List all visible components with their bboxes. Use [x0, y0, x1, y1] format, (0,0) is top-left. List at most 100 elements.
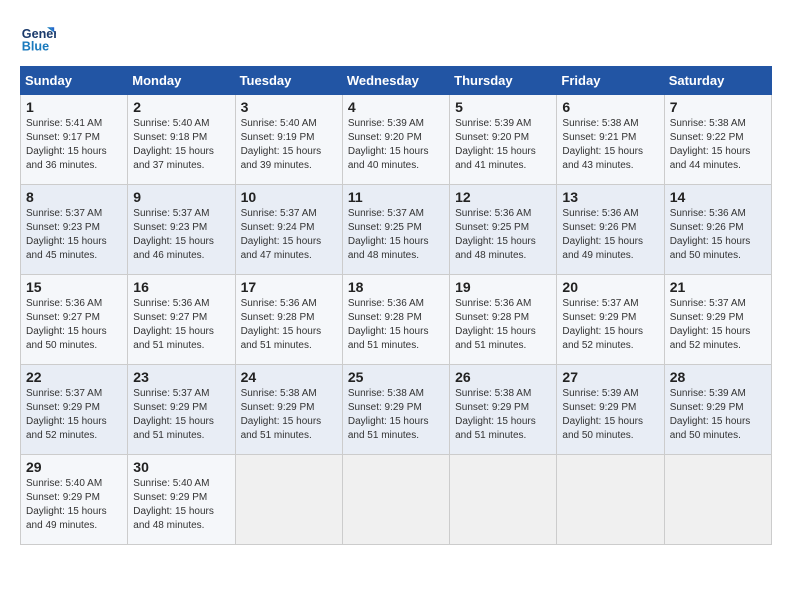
weekday-header-saturday: Saturday — [664, 67, 771, 95]
day-number: 8 — [26, 189, 122, 205]
calendar-cell: 4 Sunrise: 5:39 AM Sunset: 9:20 PM Daylig… — [342, 95, 449, 185]
day-number: 1 — [26, 99, 122, 115]
day-number: 29 — [26, 459, 122, 475]
day-info: Sunrise: 5:38 AM Sunset: 9:29 PM Dayligh… — [241, 387, 337, 443]
calendar-cell: 6Sunrise: 5:38 AM Sunset: 9:21 PM Daylig… — [557, 95, 664, 185]
calendar-cell: 26Sunrise: 5:38 AM Sunset: 9:29 PM Dayli… — [450, 365, 557, 455]
weekday-header-friday: Friday — [557, 67, 664, 95]
day-number: 11 — [348, 189, 444, 205]
day-number: 2 — [133, 99, 229, 115]
week-row-2: 8 Sunrise: 5:37 AM Sunset: 9:23 PM Daylig… — [21, 185, 772, 275]
day-info: Sunrise: 5:38 AM Sunset: 9:21 PM Dayligh… — [562, 117, 658, 173]
day-info: Sunrise: 5:37 AM Sunset: 9:23 PM Dayligh… — [133, 207, 229, 263]
calendar-cell: 5 Sunrise: 5:39 AM Sunset: 9:20 PM Daylig… — [450, 95, 557, 185]
calendar-cell: 20 Sunrise: 5:37 AM Sunset: 9:29 PM Dayli… — [557, 275, 664, 365]
day-number: 12 — [455, 189, 551, 205]
svg-text:Blue: Blue — [22, 40, 49, 54]
calendar-cell: 7Sunrise: 5:38 AM Sunset: 9:22 PM Daylig… — [664, 95, 771, 185]
day-number: 23 — [133, 369, 229, 385]
day-info: Sunrise: 5:40 AM Sunset: 9:19 PM Dayligh… — [241, 117, 337, 173]
day-info: Sunrise: 5:39 AM Sunset: 9:20 PM Dayligh… — [348, 117, 444, 173]
day-info: Sunrise: 5:37 AM Sunset: 9:25 PM Dayligh… — [348, 207, 444, 263]
day-info: Sunrise: 5:40 AM Sunset: 9:29 PM Dayligh… — [133, 477, 229, 533]
day-info: Sunrise: 5:36 AM Sunset: 9:28 PM Dayligh… — [348, 297, 444, 353]
logo-icon: General Blue — [20, 20, 56, 56]
day-info: Sunrise: 5:37 AM Sunset: 9:29 PM Dayligh… — [562, 297, 658, 353]
calendar-cell: 21Sunrise: 5:37 AM Sunset: 9:29 PM Dayli… — [664, 275, 771, 365]
day-info: Sunrise: 5:39 AM Sunset: 9:20 PM Dayligh… — [455, 117, 551, 173]
day-number: 30 — [133, 459, 229, 475]
calendar-cell: 13 Sunrise: 5:36 AM Sunset: 9:26 PM Dayli… — [557, 185, 664, 275]
day-number: 18 — [348, 279, 444, 295]
calendar-cell: 30 Sunrise: 5:40 AM Sunset: 9:29 PM Dayli… — [128, 455, 235, 545]
day-info: Sunrise: 5:40 AM Sunset: 9:29 PM Dayligh… — [26, 477, 122, 533]
day-info: Sunrise: 5:40 AM Sunset: 9:18 PM Dayligh… — [133, 117, 229, 173]
day-number: 19 — [455, 279, 551, 295]
weekday-header-monday: Monday — [128, 67, 235, 95]
day-info: Sunrise: 5:37 AM Sunset: 9:29 PM Dayligh… — [133, 387, 229, 443]
week-row-5: 29 Sunrise: 5:40 AM Sunset: 9:29 PM Dayli… — [21, 455, 772, 545]
calendar-cell — [450, 455, 557, 545]
day-info: Sunrise: 5:41 AM Sunset: 9:17 PM Dayligh… — [26, 117, 122, 173]
day-number: 17 — [241, 279, 337, 295]
day-number: 14 — [670, 189, 766, 205]
day-info: Sunrise: 5:36 AM Sunset: 9:28 PM Dayligh… — [455, 297, 551, 353]
calendar-cell: 28 Sunrise: 5:39 AM Sunset: 9:29 PM Dayli… — [664, 365, 771, 455]
weekday-header-sunday: Sunday — [21, 67, 128, 95]
weekday-header-wednesday: Wednesday — [342, 67, 449, 95]
day-number: 27 — [562, 369, 658, 385]
calendar-cell — [235, 455, 342, 545]
calendar-cell: 15 Sunrise: 5:36 AM Sunset: 9:27 PM Dayli… — [21, 275, 128, 365]
day-info: Sunrise: 5:36 AM Sunset: 9:26 PM Dayligh… — [562, 207, 658, 263]
day-info: Sunrise: 5:36 AM Sunset: 9:28 PM Dayligh… — [241, 297, 337, 353]
day-number: 10 — [241, 189, 337, 205]
day-info: Sunrise: 5:39 AM Sunset: 9:29 PM Dayligh… — [670, 387, 766, 443]
day-number: 4 — [348, 99, 444, 115]
calendar-cell: 16 Sunrise: 5:36 AM Sunset: 9:27 PM Dayli… — [128, 275, 235, 365]
calendar-cell: 29 Sunrise: 5:40 AM Sunset: 9:29 PM Dayli… — [21, 455, 128, 545]
day-number: 3 — [241, 99, 337, 115]
calendar-cell — [664, 455, 771, 545]
day-info: Sunrise: 5:36 AM Sunset: 9:27 PM Dayligh… — [133, 297, 229, 353]
day-number: 9 — [133, 189, 229, 205]
week-row-4: 22 Sunrise: 5:37 AM Sunset: 9:29 PM Dayli… — [21, 365, 772, 455]
calendar-cell — [557, 455, 664, 545]
day-number: 28 — [670, 369, 766, 385]
day-number: 5 — [455, 99, 551, 115]
day-info: Sunrise: 5:36 AM Sunset: 9:26 PM Dayligh… — [670, 207, 766, 263]
day-info: Sunrise: 5:37 AM Sunset: 9:24 PM Dayligh… — [241, 207, 337, 263]
logo: General Blue — [20, 20, 60, 56]
day-number: 13 — [562, 189, 658, 205]
day-number: 21 — [670, 279, 766, 295]
calendar-cell: 25 Sunrise: 5:38 AM Sunset: 9:29 PM Dayli… — [342, 365, 449, 455]
header: General Blue — [20, 20, 772, 56]
calendar-cell: 17 Sunrise: 5:36 AM Sunset: 9:28 PM Dayli… — [235, 275, 342, 365]
day-number: 15 — [26, 279, 122, 295]
weekday-header-thursday: Thursday — [450, 67, 557, 95]
day-number: 26 — [455, 369, 551, 385]
calendar-cell: 18 Sunrise: 5:36 AM Sunset: 9:28 PM Dayli… — [342, 275, 449, 365]
calendar-cell: 27Sunrise: 5:39 AM Sunset: 9:29 PM Dayli… — [557, 365, 664, 455]
day-number: 20 — [562, 279, 658, 295]
calendar-cell: 8 Sunrise: 5:37 AM Sunset: 9:23 PM Daylig… — [21, 185, 128, 275]
day-number: 22 — [26, 369, 122, 385]
calendar-cell: 2 Sunrise: 5:40 AM Sunset: 9:18 PM Daylig… — [128, 95, 235, 185]
calendar-cell: 24 Sunrise: 5:38 AM Sunset: 9:29 PM Dayli… — [235, 365, 342, 455]
day-number: 24 — [241, 369, 337, 385]
day-info: Sunrise: 5:38 AM Sunset: 9:22 PM Dayligh… — [670, 117, 766, 173]
calendar-table: SundayMondayTuesdayWednesdayThursdayFrid… — [20, 66, 772, 545]
calendar-cell: 14 Sunrise: 5:36 AM Sunset: 9:26 PM Dayli… — [664, 185, 771, 275]
day-info: Sunrise: 5:36 AM Sunset: 9:27 PM Dayligh… — [26, 297, 122, 353]
weekday-header-tuesday: Tuesday — [235, 67, 342, 95]
week-row-1: 1 Sunrise: 5:41 AM Sunset: 9:17 PM Daylig… — [21, 95, 772, 185]
day-info: Sunrise: 5:38 AM Sunset: 9:29 PM Dayligh… — [348, 387, 444, 443]
day-info: Sunrise: 5:37 AM Sunset: 9:23 PM Dayligh… — [26, 207, 122, 263]
week-row-3: 15 Sunrise: 5:36 AM Sunset: 9:27 PM Dayli… — [21, 275, 772, 365]
calendar-cell: 19 Sunrise: 5:36 AM Sunset: 9:28 PM Dayli… — [450, 275, 557, 365]
day-info: Sunrise: 5:37 AM Sunset: 9:29 PM Dayligh… — [26, 387, 122, 443]
calendar-cell: 11 Sunrise: 5:37 AM Sunset: 9:25 PM Dayli… — [342, 185, 449, 275]
day-number: 25 — [348, 369, 444, 385]
day-info: Sunrise: 5:36 AM Sunset: 9:25 PM Dayligh… — [455, 207, 551, 263]
calendar-cell: 22 Sunrise: 5:37 AM Sunset: 9:29 PM Dayli… — [21, 365, 128, 455]
day-number: 16 — [133, 279, 229, 295]
